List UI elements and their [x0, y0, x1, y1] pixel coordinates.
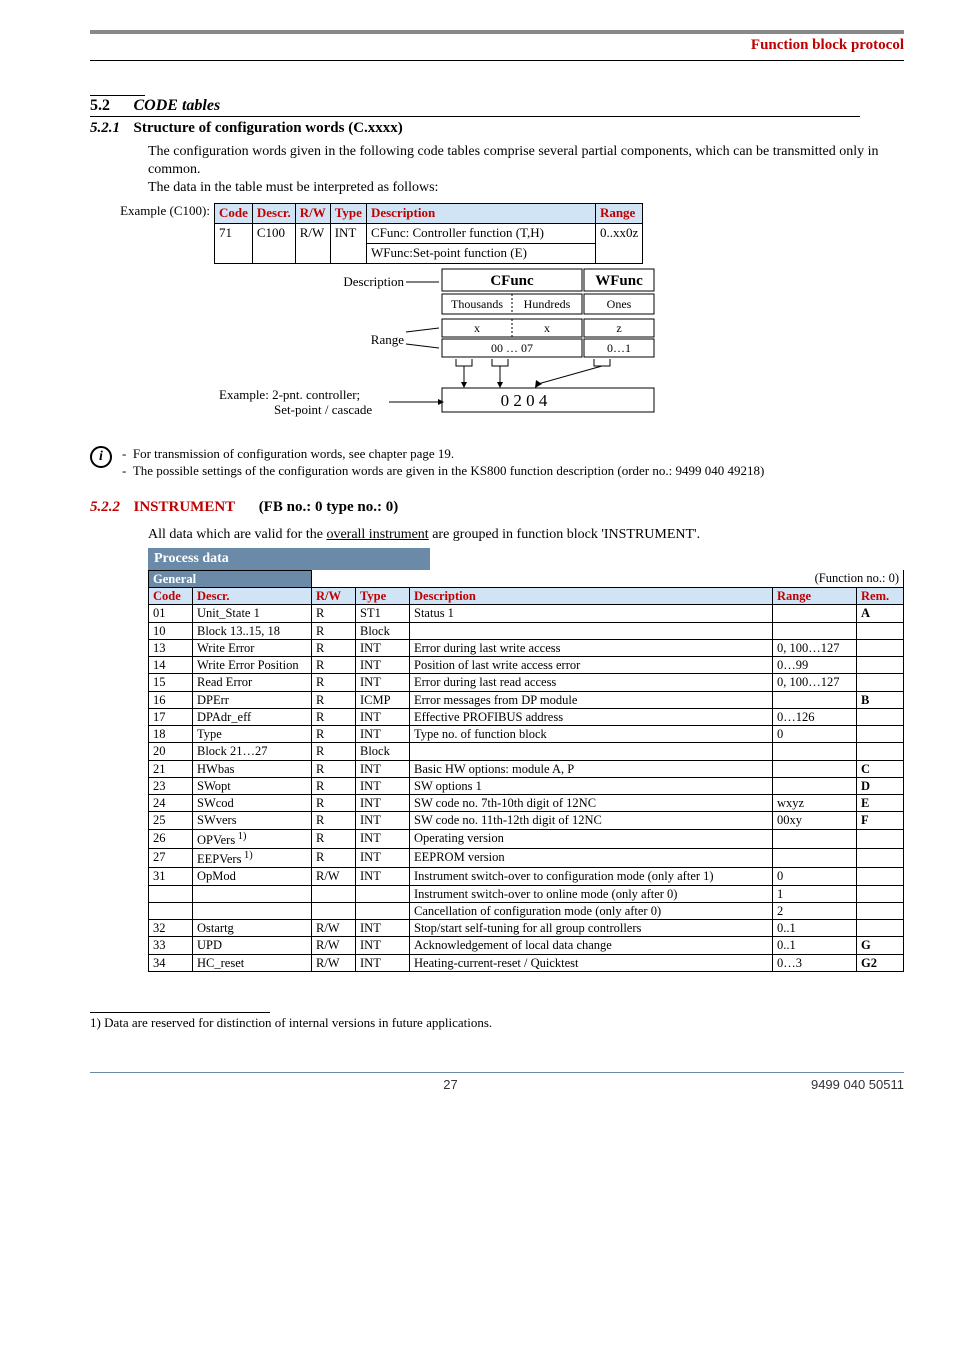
process-data-header: Process data — [148, 548, 430, 570]
sec-num-5-2-2: 5.2.2 — [90, 498, 130, 518]
page-number: 27 — [443, 1077, 457, 1094]
table-row: 21HWbasRINTBasic HW options: module A, P… — [149, 760, 904, 777]
table-row: 17DPAdr_effRINTEffective PROFIBUS addres… — [149, 708, 904, 725]
table-row: 27EEPVers 1)RINTEEPROM version — [149, 849, 904, 868]
diag-result: 0 2 0 4 — [501, 391, 548, 410]
table-row: 01Unit_State 1RST1Status 1A — [149, 605, 904, 622]
ex-r-desc2: WFunc:Set-point function (E) — [366, 244, 595, 264]
mh-rem: Rem. — [857, 588, 904, 605]
ex-r-descr: C100 — [252, 224, 295, 264]
s521-para2: The data in the table must be interprete… — [148, 179, 904, 197]
table-row: 34HC_resetR/WINTHeating-current-reset / … — [149, 954, 904, 971]
diag-hundreds: Hundreds — [524, 297, 571, 311]
ex-h-code: Code — [215, 204, 253, 224]
sec-num-5-2-1: 5.2.1 — [90, 119, 130, 139]
diag-thousands: Thousands — [451, 297, 503, 311]
function-no: (Function no.: 0) — [312, 570, 904, 587]
mh-range: Range — [773, 588, 857, 605]
footnote: 1) Data are reserved for distinction of … — [90, 1013, 904, 1032]
doc-number: 9499 040 50511 — [811, 1077, 904, 1094]
diag-r1: 00 … 07 — [491, 341, 533, 355]
mh-desc: Description — [410, 588, 773, 605]
top-bar — [90, 30, 904, 34]
diag-x2: x — [544, 321, 550, 335]
sec-title-5-2-1: Structure of configuration words (C.xxxx… — [134, 120, 403, 136]
example-header-table: Code Descr. R/W Type Description Range 7… — [214, 203, 643, 264]
info-icon: i — [90, 446, 112, 468]
table-row: 18TypeRINTType no. of function block0 — [149, 726, 904, 743]
table-row: 14Write Error PositionRINTPosition of la… — [149, 657, 904, 674]
section-5-2-2: 5.2.2 INSTRUMENT (FB no.: 0 type no.: 0)… — [90, 498, 904, 972]
table-row: 26OPVers 1)RINTOperating version — [149, 829, 904, 848]
table-row: Instrument switch-over to online mode (o… — [149, 885, 904, 902]
diag-r2: 0…1 — [607, 341, 631, 355]
table-row: 13Write ErrorRINTError during last write… — [149, 639, 904, 656]
table-row: 33UPDR/WINTAcknowledgement of local data… — [149, 937, 904, 954]
diag-example-note2: Set-point / cascade — [274, 402, 372, 417]
ex-r-range: 0..xx0z — [595, 224, 642, 264]
diag-x1: x — [474, 321, 480, 335]
table-row: 24SWcodRINTSW code no. 7th-10th digit of… — [149, 795, 904, 812]
diag-range-label: Range — [371, 332, 404, 347]
ex-h-range: Range — [595, 204, 642, 224]
diag-z: z — [616, 321, 621, 335]
table-row: 25SWversRINTSW code no. 11th-12th digit … — [149, 812, 904, 829]
table-row: 16DPErrRICMPError messages from DP modul… — [149, 691, 904, 708]
diag-wfunc: WFunc — [595, 273, 643, 289]
mh-type: Type — [356, 588, 410, 605]
ex-h-desc: Description — [366, 204, 595, 224]
s521-para1: The configuration words given in the fol… — [148, 143, 904, 179]
section-5-2-1: 5.2.1 Structure of configuration words (… — [90, 119, 904, 480]
mh-code: Code — [149, 588, 193, 605]
table-row: 10Block 13..15, 18RBlock — [149, 622, 904, 639]
mh-rw: R/W — [312, 588, 356, 605]
diag-cfunc: CFunc — [490, 273, 534, 289]
info-line-2: - The possible settings of the configura… — [122, 463, 764, 480]
process-data-table: General (Function no.: 0) Code Descr. R/… — [148, 570, 904, 972]
diag-description-label: Description — [343, 274, 404, 289]
ex-h-rw: R/W — [295, 204, 330, 224]
ex-r-rw: R/W — [295, 224, 330, 264]
ex-h-type: Type — [330, 204, 366, 224]
sec-title-5-2: CODE tables — [134, 97, 221, 114]
page-footer: 27 9499 040 50511 — [90, 1072, 904, 1094]
table-row: 23SWoptRINTSW options 1D — [149, 777, 904, 794]
mh-descr: Descr. — [193, 588, 312, 605]
sec-title-5-2-2-b: (FB no.: 0 type no.: 0) — [259, 499, 399, 515]
table-row: Cancellation of configuration mode (only… — [149, 902, 904, 919]
ex-r-code: 71 — [215, 224, 253, 264]
diag-ones: Ones — [607, 297, 632, 311]
sec-title-5-2-2-a: INSTRUMENT — [134, 499, 236, 515]
table-row: 20Block 21…27RBlock — [149, 743, 904, 760]
table-row: 31OpModR/WINTInstrument switch-over to c… — [149, 868, 904, 885]
ex-h-descr: Descr. — [252, 204, 295, 224]
ex-r-desc: CFunc: Controller function (T,H) — [366, 224, 595, 244]
config-diagram: Description CFunc WFunc Thousands Hundre… — [214, 264, 774, 434]
diag-example-note1: Example: 2-pnt. controller; — [219, 387, 360, 402]
sec-num-5-2: 5.2 — [90, 96, 130, 117]
table-row: 32OstartgR/WINTStop/start self-tuning fo… — [149, 920, 904, 937]
ex-r-type: INT — [330, 224, 366, 264]
example-label: Example (C100): — [90, 203, 214, 220]
table-row: 15Read ErrorRINTError during last read a… — [149, 674, 904, 691]
header-title: Function block protocol — [90, 36, 904, 60]
general-header: General — [149, 570, 312, 587]
s522-intro: All data which are valid for the overall… — [148, 526, 904, 544]
info-line-1: - For transmission of configuration word… — [122, 446, 764, 463]
section-5-2: 5.2 CODE tables — [90, 95, 904, 118]
